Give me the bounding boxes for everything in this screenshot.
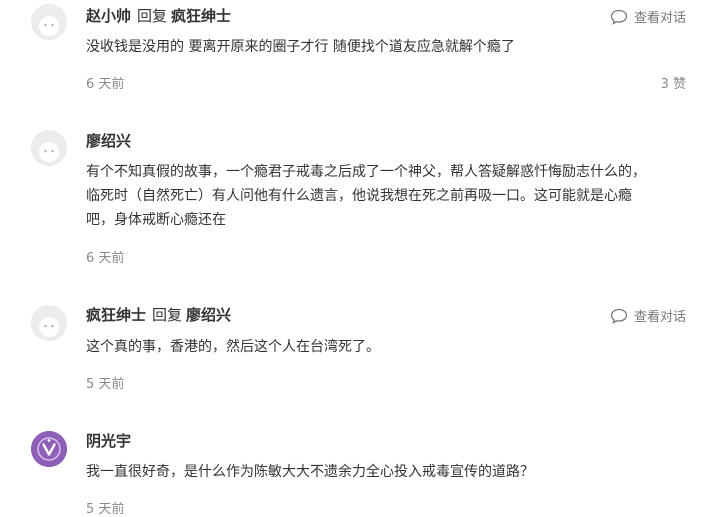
author-name[interactable]: 赵小帅 [86, 7, 131, 25]
timestamp: 6 天前 [86, 251, 125, 266]
view-conversation-button[interactable]: 查看对话 [610, 306, 686, 325]
like-count[interactable]: 3 赞 [661, 73, 686, 92]
timestamp: 5 天前 [86, 377, 125, 392]
view-conversation-label: 查看对话 [633, 310, 686, 325]
comment-line: 没收钱是没用的 要离开原来的圈子才行 随便找个道友应急就解个瘾了 [86, 39, 515, 55]
comment-line: 我一直很好奇，是什么作为陈敏大大不遗余力全心投入戒毒宣传的道路？ [86, 464, 534, 480]
chat-bubble-icon [610, 308, 628, 324]
author-name[interactable]: 疯狂绅士 [86, 306, 146, 324]
default-avatar-icon [31, 305, 67, 341]
default-avatar-icon [31, 4, 67, 40]
reply-target-name[interactable]: 疯狂绅士 [171, 7, 231, 25]
comment-text: 没收钱是没用的 要离开原来的圈子才行 随便找个道友应急就解个瘾了 [86, 35, 686, 59]
timestamp: 5 天前 [86, 502, 125, 517]
view-conversation-label: 查看对话 [633, 11, 686, 26]
default-avatar-icon [31, 130, 67, 166]
comment-text: 有个不知真假的故事，一个瘾君子戒毒之后成了一个神父，帮人答疑解惑忏悔励志什么的，… [86, 160, 686, 232]
timestamp: 6 天前 [86, 77, 125, 92]
comment-line: 吧，身体戒断心瘾还在 [86, 212, 226, 228]
purple-badge-avatar-icon [31, 431, 67, 467]
comment-line: 有个不知真假的故事，一个瘾君子戒毒之后成了一个神父，帮人答疑解惑忏悔励志什么的， [86, 164, 646, 180]
reply-label: 回复 [137, 7, 168, 25]
author-name[interactable]: 廖绍兴 [86, 132, 131, 150]
reply-target-name[interactable]: 廖绍兴 [186, 306, 231, 324]
comment-text: 这个真的事，香港的，然后这个人在台湾死了。 [86, 335, 686, 359]
avatar[interactable] [31, 4, 67, 40]
avatar[interactable] [31, 305, 67, 341]
view-conversation-button[interactable]: 查看对话 [610, 7, 686, 26]
comment-text: 我一直很好奇，是什么作为陈敏大大不遗余力全心投入戒毒宣传的道路？ [86, 460, 686, 484]
comment-header: 赵小帅 回复 疯狂绅士 [86, 5, 231, 26]
comment-line: 这个真的事，香港的，然后这个人在台湾死了。 [86, 339, 380, 355]
comment-line: 临死时（自然死亡）有人问他有什么遗言，他说我想在死之前再吸一口。这可能就是心瘾 [86, 188, 632, 204]
avatar[interactable] [31, 130, 67, 166]
author-name[interactable]: 阴光宇 [86, 432, 131, 450]
chat-bubble-icon [610, 9, 628, 25]
comment-header: 阴光宇 [86, 430, 131, 451]
reply-label: 回复 [152, 306, 183, 324]
comment-header: 疯狂绅士 回复 廖绍兴 [86, 304, 231, 325]
avatar[interactable] [31, 431, 67, 467]
comment-header: 廖绍兴 [86, 130, 131, 151]
